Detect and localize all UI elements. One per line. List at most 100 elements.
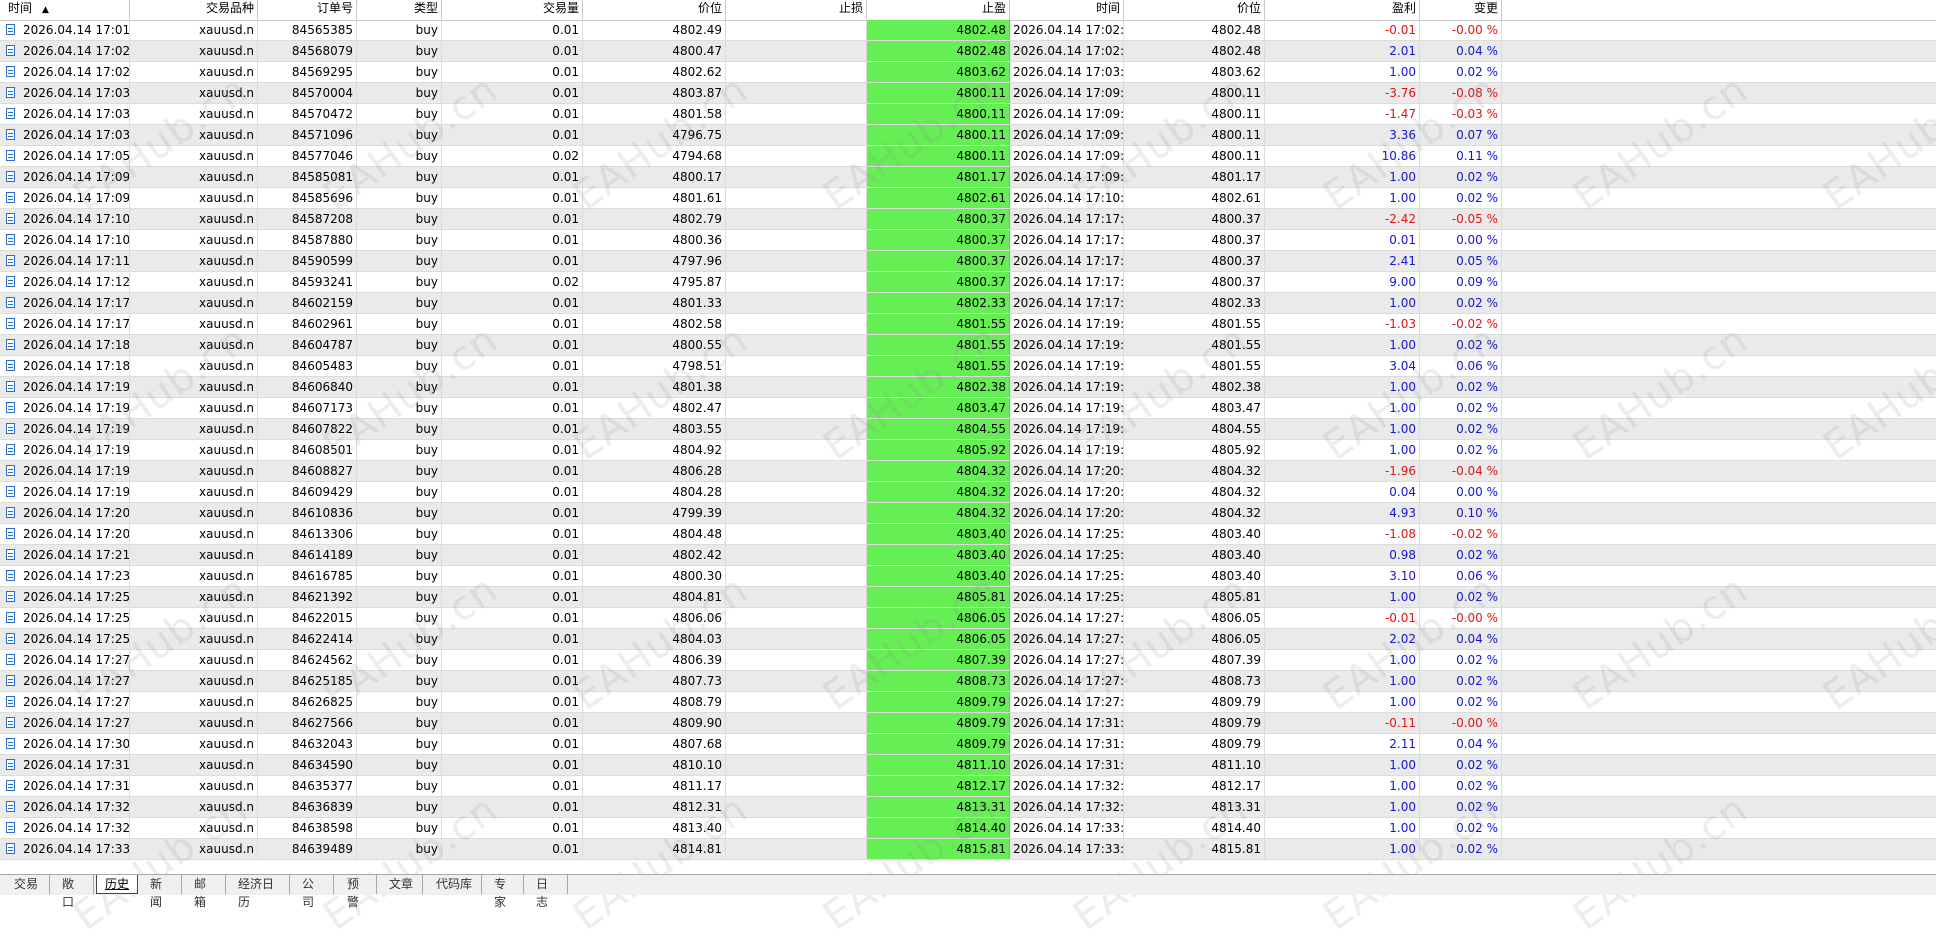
- tab-9[interactable]: 代码库: [428, 875, 482, 894]
- table-row[interactable]: 2026.04.14 17:18:17xauusd.n84604787buy0.…: [0, 335, 1936, 356]
- table-row[interactable]: 2026.04.14 17:09:29xauusd.n84585081buy0.…: [0, 167, 1936, 188]
- cell-profit: 2.11: [1265, 734, 1420, 754]
- table-row[interactable]: 2026.04.14 17:19:47xauusd.n84608827buy0.…: [0, 461, 1936, 482]
- tab-0[interactable]: 交易: [6, 875, 50, 894]
- column-header-change[interactable]: 变更: [1420, 0, 1502, 20]
- table-row[interactable]: 2026.04.14 17:27:02xauusd.n84625185buy0.…: [0, 671, 1936, 692]
- cell-change: 0.06 %: [1420, 566, 1502, 586]
- cell-type: buy: [357, 692, 442, 712]
- tab-11[interactable]: 日志: [528, 875, 568, 909]
- cell-open-price: 4801.61: [583, 188, 726, 208]
- table-row[interactable]: 2026.04.14 17:20:59xauusd.n84613306buy0.…: [0, 524, 1936, 545]
- table-row[interactable]: 2026.04.14 17:12:38xauusd.n84593241buy0.…: [0, 272, 1936, 293]
- table-row[interactable]: 2026.04.14 17:17:37xauusd.n84602159buy0.…: [0, 293, 1936, 314]
- table-row[interactable]: 2026.04.14 17:10:04xauusd.n84587208buy0.…: [0, 209, 1936, 230]
- table-row[interactable]: 2026.04.14 17:25:27xauusd.n84622414buy0.…: [0, 629, 1936, 650]
- column-header-symbol[interactable]: 交易品种: [130, 0, 258, 20]
- table-row[interactable]: 2026.04.14 17:20:24xauusd.n84610836buy0.…: [0, 503, 1936, 524]
- column-header-volume[interactable]: 交易量: [442, 0, 583, 20]
- table-row[interactable]: 2026.04.14 17:19:25xauusd.n84607173buy0.…: [0, 398, 1936, 419]
- column-header-profit[interactable]: 盈利: [1265, 0, 1420, 20]
- cell-change: 0.09 %: [1420, 272, 1502, 292]
- table-row[interactable]: 2026.04.14 17:03:08xauusd.n84570472buy0.…: [0, 104, 1936, 125]
- tab-5[interactable]: 经济日历: [230, 875, 290, 909]
- table-row[interactable]: 2026.04.14 17:19:20xauusd.n84606840buy0.…: [0, 377, 1936, 398]
- column-header-stop-loss[interactable]: 止损: [726, 0, 867, 20]
- table-row[interactable]: 2026.04.14 17:30:14xauusd.n84632043buy0.…: [0, 734, 1936, 755]
- table-row[interactable]: 2026.04.14 17:27:00xauusd.n84624562buy0.…: [0, 650, 1936, 671]
- table-row[interactable]: 2026.04.14 17:21:13xauusd.n84614189buy0.…: [0, 545, 1936, 566]
- table-row[interactable]: 2026.04.14 17:18:31xauusd.n84605483buy0.…: [0, 356, 1936, 377]
- cell-change: 0.02 %: [1420, 398, 1502, 418]
- cell-take-profit: 4807.39: [867, 650, 1010, 670]
- table-row[interactable]: 2026.04.14 17:23:01xauusd.n84616785buy0.…: [0, 566, 1936, 587]
- table-row[interactable]: 2026.04.14 17:31:53xauusd.n84635377buy0.…: [0, 776, 1936, 797]
- tab-8[interactable]: 文章: [381, 875, 423, 894]
- cell-close-time: 2026.04.14 17:09:28: [1010, 104, 1124, 124]
- column-header-open-price[interactable]: 价位: [583, 0, 726, 20]
- cell-open-price: 4798.51: [583, 356, 726, 376]
- table-row[interactable]: 2026.04.14 17:27:51xauusd.n84627566buy0.…: [0, 713, 1936, 734]
- column-header-close-price[interactable]: 价位: [1124, 0, 1265, 20]
- cell-open-price: 4801.38: [583, 377, 726, 397]
- table-row[interactable]: 2026.04.14 17:27:41xauusd.n84626825buy0.…: [0, 692, 1936, 713]
- table-row[interactable]: 2026.04.14 17:32:20xauusd.n84636839buy0.…: [0, 797, 1936, 818]
- table-row[interactable]: 2026.04.14 17:09:33xauusd.n84585696buy0.…: [0, 188, 1936, 209]
- table-row[interactable]: 2026.04.14 17:19:55xauusd.n84609429buy0.…: [0, 482, 1936, 503]
- cell-stop-loss: [726, 482, 867, 502]
- table-row[interactable]: 2026.04.14 17:19:40xauusd.n84607822buy0.…: [0, 419, 1936, 440]
- column-header-take-profit[interactable]: 止盈: [867, 0, 1010, 20]
- cell-take-profit: 4801.17: [867, 167, 1010, 187]
- table-row[interactable]: 2026.04.14 17:25:23xauusd.n84622015buy0.…: [0, 608, 1936, 629]
- cell-symbol: xauusd.n: [130, 83, 258, 103]
- table-row[interactable]: 2026.04.14 17:11:25xauusd.n84590599buy0.…: [0, 251, 1936, 272]
- cell-stop-loss: [726, 566, 867, 586]
- table-row[interactable]: 2026.04.14 17:25:21xauusd.n84621392buy0.…: [0, 587, 1936, 608]
- cell-close-time: 2026.04.14 17:19:46: [1010, 419, 1124, 439]
- cell-volume: 0.01: [442, 356, 583, 376]
- cell-change: 0.02 %: [1420, 776, 1502, 796]
- table-row[interactable]: 2026.04.14 17:01:20xauusd.n84565385buy0.…: [0, 20, 1936, 41]
- table-row[interactable]: 2026.04.14 17:10:20xauusd.n84587880buy0.…: [0, 230, 1936, 251]
- cell-take-profit: 4804.32: [867, 503, 1010, 523]
- column-header-type[interactable]: 类型: [357, 0, 442, 20]
- table-row[interactable]: 2026.04.14 17:31:40xauusd.n84634590buy0.…: [0, 755, 1936, 776]
- cell-volume: 0.01: [442, 251, 583, 271]
- tab-6[interactable]: 公司: [294, 875, 334, 909]
- cell-profit: 3.04: [1265, 356, 1420, 376]
- table-row[interactable]: 2026.04.14 17:02:52xauusd.n84569295buy0.…: [0, 62, 1936, 83]
- cell-volume: 0.01: [442, 167, 583, 187]
- cell-order-id: 84609429: [258, 482, 357, 502]
- cell-close-price: 4806.05: [1124, 629, 1265, 649]
- column-header-order-id[interactable]: 订单号: [258, 0, 357, 20]
- cell-close-price: 4807.39: [1124, 650, 1265, 670]
- cell-open-time: 2026.04.14 17:02:32: [0, 41, 130, 61]
- table-row[interactable]: 2026.04.14 17:33:04xauusd.n84639489buy0.…: [0, 839, 1936, 860]
- table-row[interactable]: 2026.04.14 17:32:54xauusd.n84638598buy0.…: [0, 818, 1936, 839]
- cell-close-time: 2026.04.14 17:31:40: [1010, 734, 1124, 754]
- cell-open-price: 4804.81: [583, 587, 726, 607]
- tab-3[interactable]: 新闻: [142, 875, 182, 909]
- cell-order-id: 84602961: [258, 314, 357, 334]
- cell-close-time: 2026.04.14 17:27:02: [1010, 650, 1124, 670]
- column-header-open-time[interactable]: 时间 ▲: [0, 0, 130, 20]
- table-row[interactable]: 2026.04.14 17:03:00xauusd.n84570004buy0.…: [0, 83, 1936, 104]
- tab-4[interactable]: 邮箱: [186, 875, 226, 909]
- table-row[interactable]: 2026.04.14 17:02:32xauusd.n84568079buy0.…: [0, 41, 1936, 62]
- cell-stop-loss: [726, 230, 867, 250]
- cell-order-id: 84585081: [258, 167, 357, 187]
- table-row[interactable]: 2026.04.14 17:19:46xauusd.n84608501buy0.…: [0, 440, 1936, 461]
- tab-10[interactable]: 专家: [486, 875, 524, 909]
- cell-close-price: 4815.81: [1124, 839, 1265, 859]
- cell-close-time: 2026.04.14 17:25:21: [1010, 545, 1124, 565]
- column-header-close-time[interactable]: 时间: [1010, 0, 1124, 20]
- table-row[interactable]: 2026.04.14 17:17:39xauusd.n84602961buy0.…: [0, 314, 1936, 335]
- tab-1[interactable]: 敞口: [54, 875, 94, 909]
- table-row[interactable]: 2026.04.14 17:03:14xauusd.n84571096buy0.…: [0, 125, 1936, 146]
- table-row[interactable]: 2026.04.14 17:05:26xauusd.n84577046buy0.…: [0, 146, 1936, 167]
- cell-close-price: 4800.11: [1124, 83, 1265, 103]
- tab-2[interactable]: 历史: [96, 875, 138, 894]
- cell-order-id: 84616785: [258, 566, 357, 586]
- cell-volume: 0.01: [442, 461, 583, 481]
- tab-7[interactable]: 预警: [339, 875, 377, 909]
